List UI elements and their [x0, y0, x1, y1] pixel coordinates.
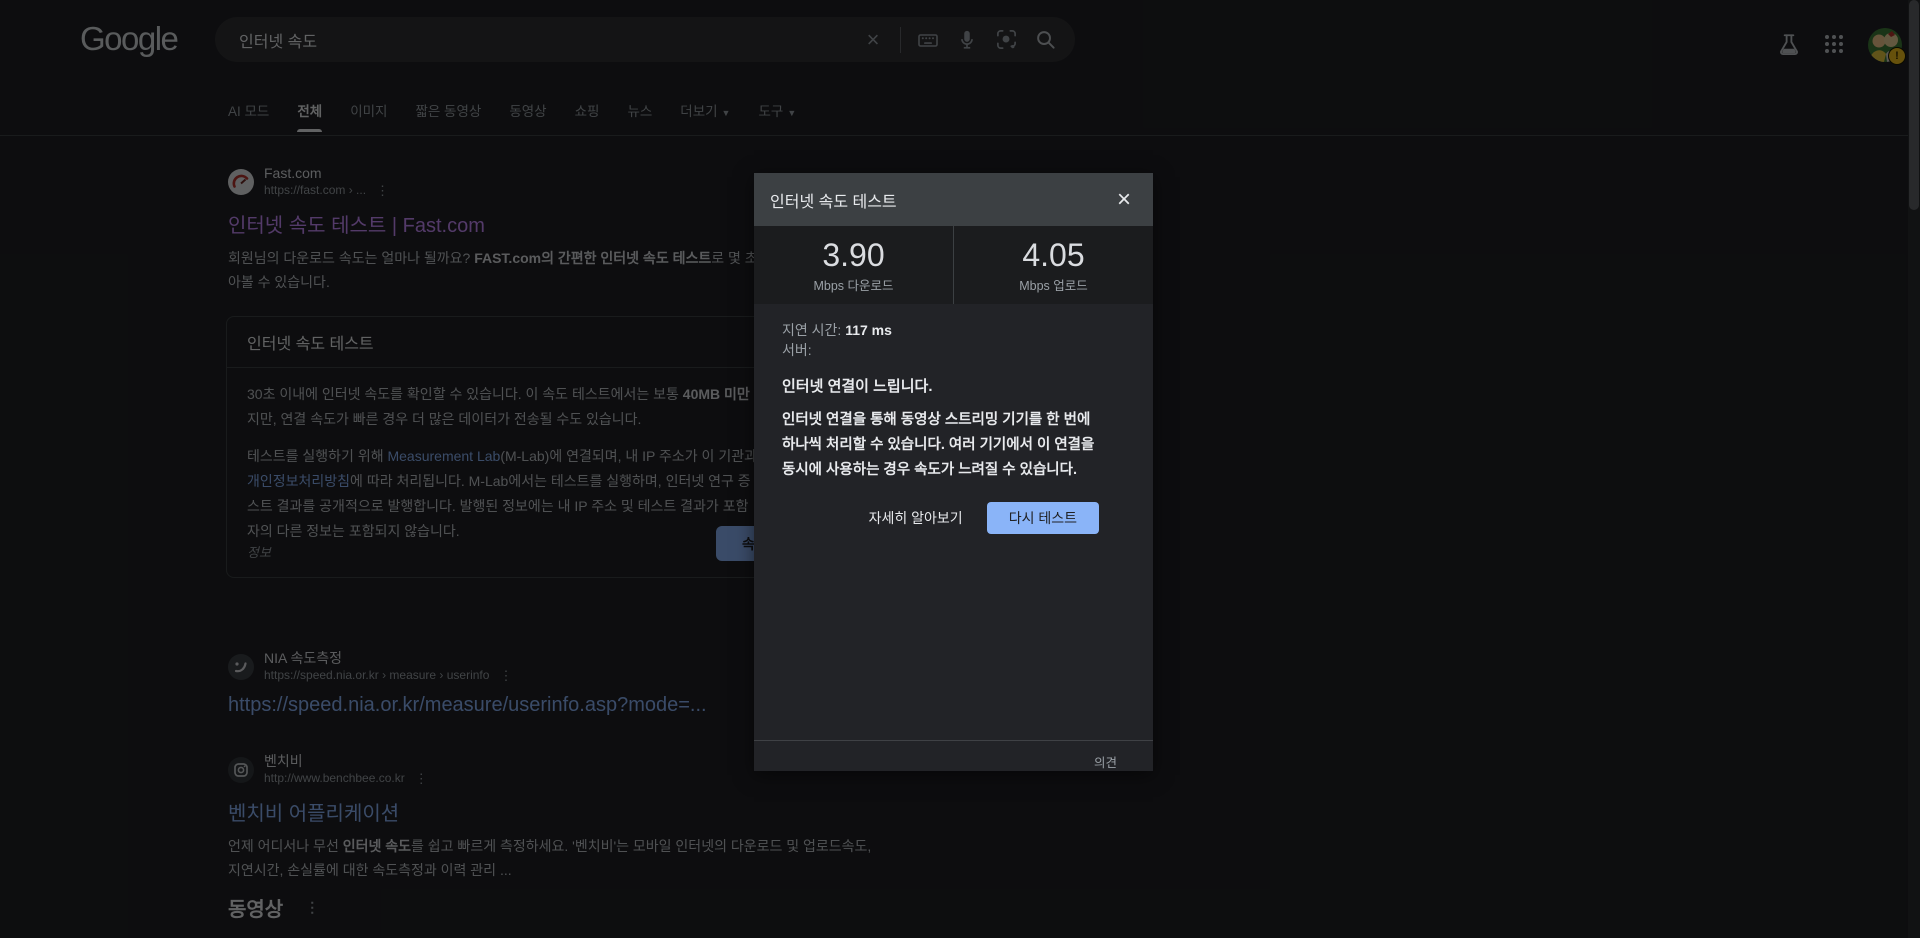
server-row: 서버:: [782, 340, 1127, 360]
speed-test-result-dialog: 인터넷 속도 테스트 × 3.90 Mbps 다운로드 4.05 Mbps 업로…: [754, 173, 1153, 771]
speed-metrics: 3.90 Mbps 다운로드 4.05 Mbps 업로드: [754, 226, 1153, 304]
download-value: 3.90: [822, 237, 884, 273]
feedback-link[interactable]: 의견: [1094, 756, 1117, 770]
latency-label: 지연 시간:: [782, 322, 845, 338]
latency-row: 지연 시간: 117 ms: [782, 320, 1127, 340]
upload-metric: 4.05 Mbps 업로드: [954, 226, 1153, 304]
dialog-body: 지연 시간: 117 ms 서버: 인터넷 연결이 느립니다. 인터넷 연결을 …: [754, 304, 1153, 717]
retest-button[interactable]: 다시 테스트: [987, 502, 1099, 534]
google-search-page: Google 인터넷 속도 × !: [0, 0, 1920, 938]
dialog-header: 인터넷 속도 테스트 ×: [754, 173, 1153, 226]
server-label: 서버:: [782, 342, 812, 358]
latency-value: 117 ms: [845, 322, 892, 338]
connection-status: 인터넷 연결이 느립니다.: [782, 375, 1127, 396]
dialog-buttons: 자세히 알아보기 다시 테스트: [782, 500, 1127, 536]
feedback-row: 의견: [754, 741, 1153, 771]
dialog-title: 인터넷 속도 테스트: [770, 188, 897, 212]
download-metric: 3.90 Mbps 다운로드: [754, 226, 954, 304]
upload-value: 4.05: [1022, 237, 1084, 273]
connection-description: 인터넷 연결을 통해 동영상 스트리밍 기기를 한 번에 하나씩 처리할 수 있…: [782, 408, 1130, 483]
upload-label: Mbps 업로드: [1019, 275, 1088, 294]
learn-more-button[interactable]: 자세히 알아보기: [855, 500, 977, 536]
close-icon[interactable]: ×: [1111, 186, 1137, 214]
download-label: Mbps 다운로드: [813, 275, 893, 294]
